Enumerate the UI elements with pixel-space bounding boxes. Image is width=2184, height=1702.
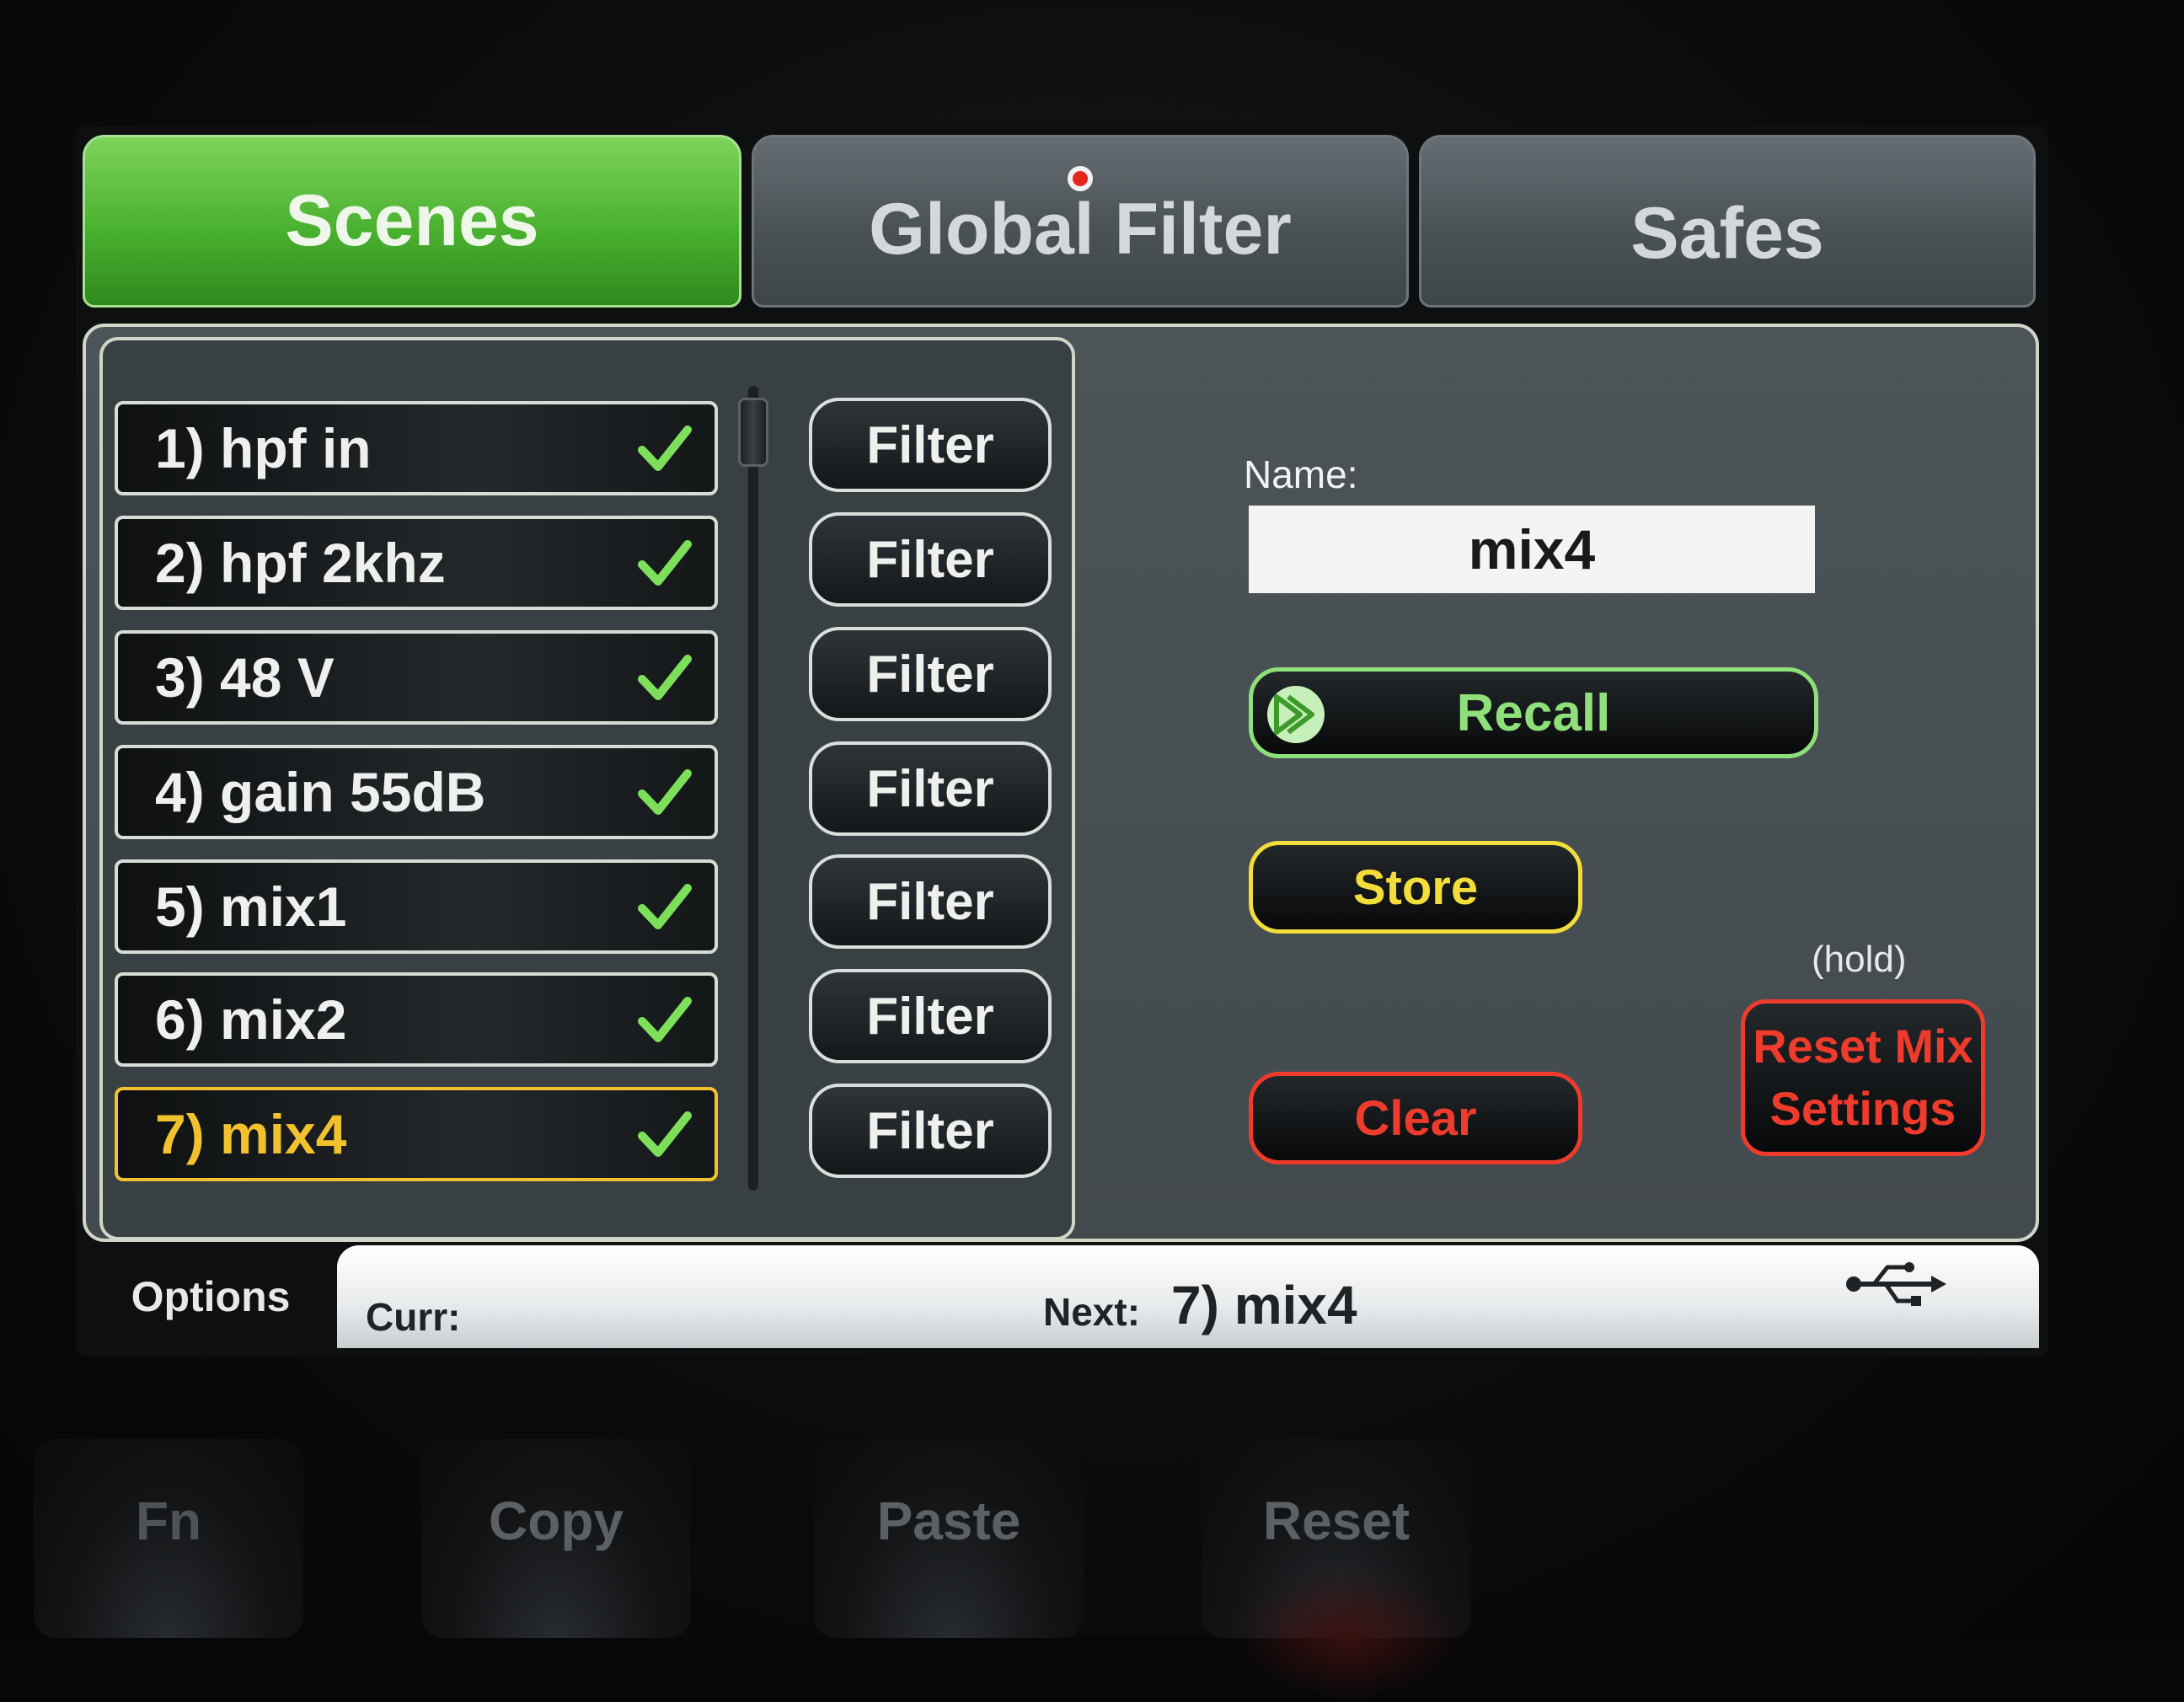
- filter-button[interactable]: Filter: [809, 741, 1052, 836]
- scene-label: 2) hpf 2khz: [155, 532, 446, 594]
- scene-label: 3) 48 V: [155, 646, 335, 709]
- scene-item[interactable]: 6) mix2: [115, 972, 718, 1067]
- tab-label: Global Filter: [869, 189, 1292, 270]
- name-label: Name:: [1244, 452, 1358, 496]
- filter-button[interactable]: Filter: [809, 627, 1052, 721]
- scene-list-scrollbar[interactable]: [748, 386, 758, 1191]
- hold-hint: (hold): [1812, 939, 1907, 980]
- filter-button[interactable]: Filter: [809, 854, 1052, 949]
- check-icon: [638, 655, 692, 700]
- next-scene-value: 7) mix4: [1171, 1275, 1357, 1335]
- filter-button[interactable]: Filter: [809, 398, 1052, 492]
- filter-button-label: Filter: [866, 987, 994, 1046]
- hardware-paste-button[interactable]: Paste: [814, 1439, 1084, 1638]
- current-scene-label: Curr:: [366, 1295, 461, 1339]
- check-icon: [638, 769, 692, 815]
- filter-button-label: Filter: [866, 415, 994, 474]
- hw-label: Paste: [876, 1491, 1021, 1551]
- recall-button[interactable]: Recall: [1249, 667, 1818, 758]
- store-label: Store: [1352, 859, 1479, 915]
- usb-icon: [1846, 1262, 1946, 1306]
- recall-label: Recall: [1456, 683, 1611, 742]
- red-dot-indicator-icon: [1068, 166, 1093, 191]
- scene-label: 7) mix4: [155, 1103, 347, 1165]
- filter-button-label: Filter: [866, 759, 994, 818]
- check-icon: [638, 1111, 692, 1157]
- options-label: Options: [131, 1273, 291, 1320]
- filter-button-label: Filter: [866, 1101, 994, 1160]
- reset-label-line2: Settings: [1769, 1082, 1956, 1135]
- reset-label-line1: Reset Mix: [1753, 1020, 1973, 1073]
- reset-button-glow: [1230, 1567, 1466, 1702]
- hw-label: Fn: [135, 1491, 202, 1551]
- filter-button[interactable]: Filter: [809, 512, 1052, 607]
- filter-button-label: Filter: [866, 645, 994, 704]
- recall-play-icon: [1267, 686, 1325, 743]
- store-button[interactable]: Store: [1249, 841, 1582, 934]
- scene-item[interactable]: 2) hpf 2khz: [115, 516, 718, 610]
- scene-label: 6) mix2: [155, 988, 347, 1051]
- check-icon: [638, 884, 692, 929]
- clear-label: Clear: [1354, 1090, 1477, 1146]
- scene-item[interactable]: 3) 48 V: [115, 630, 718, 725]
- filter-button-label: Filter: [866, 530, 994, 589]
- check-icon: [638, 540, 692, 586]
- clear-button[interactable]: Clear: [1249, 1072, 1582, 1164]
- reset-mix-settings-button[interactable]: Reset Mix Settings: [1741, 999, 1985, 1156]
- hardware-fn-button[interactable]: Fn: [34, 1439, 303, 1638]
- scene-item-selected[interactable]: 7) mix4: [115, 1087, 718, 1181]
- hardware-copy-button[interactable]: Copy: [421, 1439, 691, 1638]
- scene-item[interactable]: 5) mix1: [115, 859, 718, 954]
- scene-label: 1) hpf in: [155, 417, 372, 479]
- tab-global-filter[interactable]: Global Filter: [752, 135, 1409, 308]
- filter-button[interactable]: Filter: [809, 1084, 1052, 1178]
- scene-item[interactable]: 1) hpf in: [115, 401, 718, 495]
- filter-button[interactable]: Filter: [809, 969, 1052, 1063]
- scene-name-field[interactable]: [1249, 506, 1815, 593]
- next-scene-label: Next:: [1043, 1290, 1141, 1334]
- scene-item[interactable]: 4) gain 55dB: [115, 745, 718, 839]
- tab-scenes[interactable]: Scenes: [83, 135, 741, 308]
- scrollbar-thumb[interactable]: [738, 398, 768, 467]
- tab-label: Scenes: [285, 180, 539, 261]
- check-icon: [638, 997, 692, 1042]
- options-button[interactable]: Options: [84, 1245, 337, 1348]
- scene-label: 4) gain 55dB: [155, 761, 486, 823]
- scene-label: 5) mix1: [155, 875, 347, 938]
- check-icon: [638, 426, 692, 471]
- tab-safes[interactable]: Safes: [1419, 135, 2036, 308]
- tab-label: Safes: [1630, 193, 1824, 274]
- hw-label: Copy: [489, 1491, 624, 1551]
- filter-button-label: Filter: [866, 872, 994, 931]
